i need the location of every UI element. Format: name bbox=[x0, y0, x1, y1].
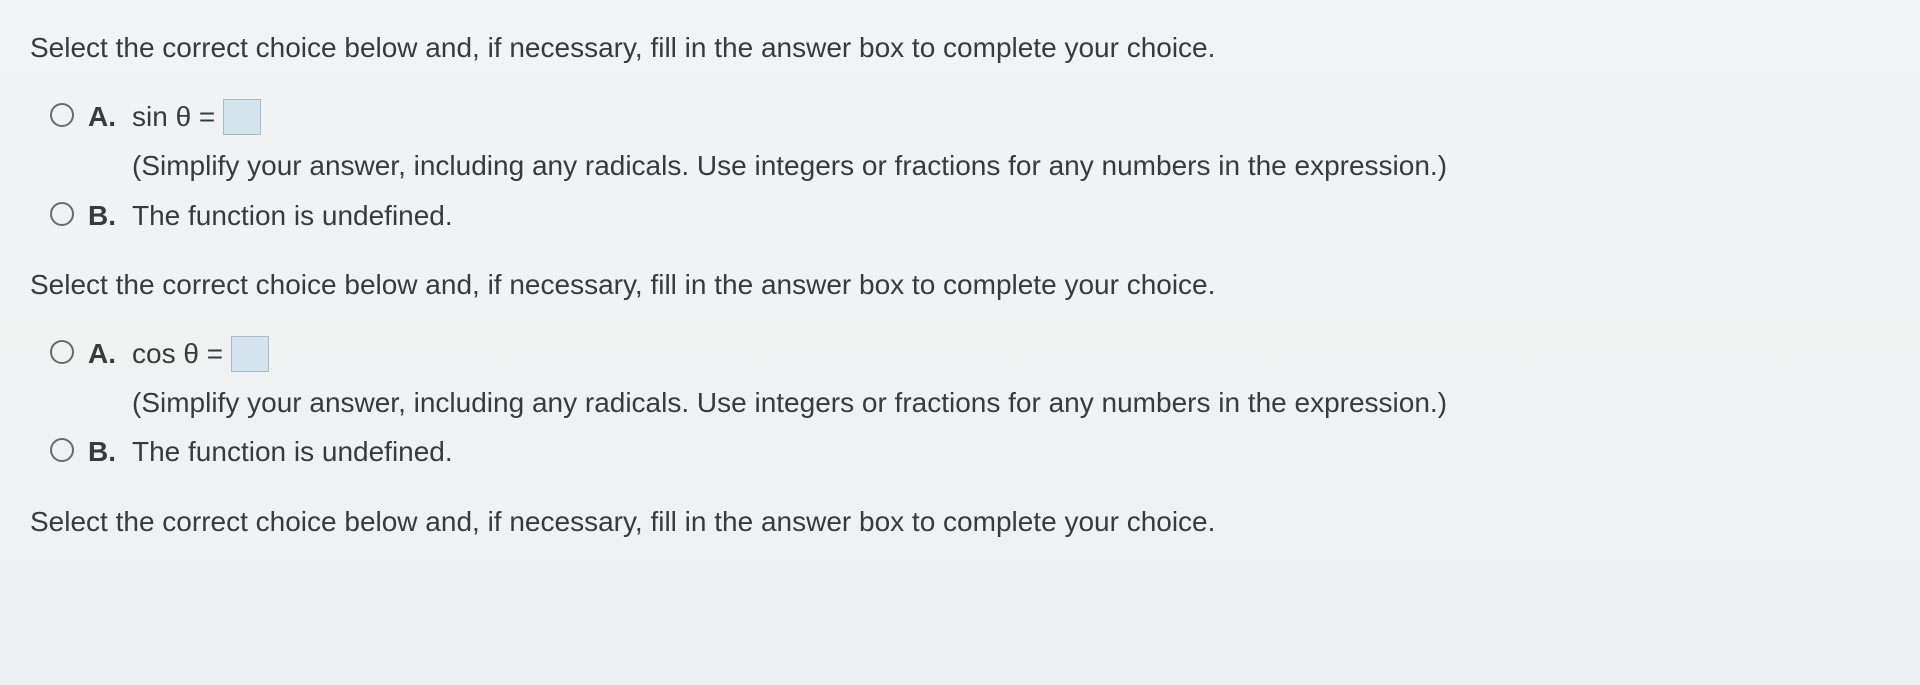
expr-line-2: cos θ = bbox=[132, 334, 1447, 373]
question-prompt-2: Select the correct choice below and, if … bbox=[30, 265, 1890, 304]
choice-letter-a-2: A. bbox=[88, 334, 116, 373]
choice-b-content-1: The function is undefined. bbox=[132, 196, 453, 235]
choice-b-content-2: The function is undefined. bbox=[132, 432, 453, 471]
question-block-2: A. cos θ = (Simplify your answer, includ… bbox=[30, 334, 1890, 472]
hint-a-1: (Simplify your answer, including any rad… bbox=[132, 146, 1447, 185]
choice-letter-a-1: A. bbox=[88, 97, 116, 136]
choice-b-text-1: The function is undefined. bbox=[132, 196, 453, 235]
question-prompt-3: Select the correct choice below and, if … bbox=[30, 502, 1890, 541]
radio-a-2[interactable] bbox=[50, 340, 74, 364]
choice-b-row-1: B. The function is undefined. bbox=[50, 196, 1890, 235]
choice-b-row-2: B. The function is undefined. bbox=[50, 432, 1890, 471]
expr-sin: sin θ = bbox=[132, 97, 215, 136]
choice-a-row-1: A. sin θ = (Simplify your answer, includ… bbox=[50, 97, 1890, 185]
answer-box-sin[interactable] bbox=[223, 99, 261, 135]
question-prompt-1: Select the correct choice below and, if … bbox=[30, 28, 1890, 67]
expr-cos: cos θ = bbox=[132, 334, 223, 373]
choice-letter-b-1: B. bbox=[88, 196, 116, 235]
hint-a-2: (Simplify your answer, including any rad… bbox=[132, 383, 1447, 422]
radio-b-2[interactable] bbox=[50, 438, 74, 462]
choice-b-text-2: The function is undefined. bbox=[132, 432, 453, 471]
answer-box-cos[interactable] bbox=[231, 336, 269, 372]
expr-line-1: sin θ = bbox=[132, 97, 1447, 136]
choice-a-row-2: A. cos θ = (Simplify your answer, includ… bbox=[50, 334, 1890, 422]
choice-a-content-1: sin θ = (Simplify your answer, including… bbox=[132, 97, 1447, 185]
choice-a-content-2: cos θ = (Simplify your answer, including… bbox=[132, 334, 1447, 422]
radio-a-1[interactable] bbox=[50, 103, 74, 127]
choice-letter-b-2: B. bbox=[88, 432, 116, 471]
question-block-1: A. sin θ = (Simplify your answer, includ… bbox=[30, 97, 1890, 235]
radio-b-1[interactable] bbox=[50, 202, 74, 226]
